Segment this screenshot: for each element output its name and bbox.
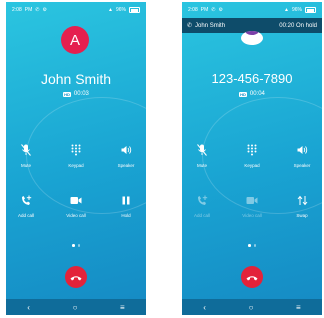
speaker-label: Speaker <box>293 163 311 168</box>
call-status-icon: ✆ <box>35 7 40 13</box>
held-caller-name: John Smith <box>195 22 226 29</box>
swap-button[interactable]: Swap <box>282 193 322 223</box>
add-call-button[interactable]: Add call <box>6 193 46 223</box>
video-call-icon <box>70 193 82 207</box>
video-call-button[interactable]: Video call <box>232 193 272 223</box>
call-status-icon: ✆ <box>211 7 216 13</box>
status-ampm: PM <box>200 7 209 13</box>
status-bar: 2:08 PM ✆ ⚙ ▲ 96% <box>182 2 322 18</box>
mute-label: Mute <box>20 163 31 168</box>
hold-button[interactable]: Hold <box>106 193 146 223</box>
mute-icon <box>197 143 207 157</box>
home-button[interactable]: ○ <box>73 303 78 312</box>
pause-icon <box>122 193 130 207</box>
battery-percent: 96% <box>291 7 302 13</box>
speaker-icon <box>121 143 132 157</box>
hd-badge: HD <box>63 91 71 97</box>
video-call-icon <box>246 193 258 207</box>
add-call-button[interactable]: Add call <box>182 193 222 223</box>
back-button[interactable]: ‹ <box>203 303 206 312</box>
page-indicator <box>182 244 322 247</box>
mute-label: Mute <box>196 163 207 168</box>
status-time: 2:08 <box>188 7 198 13</box>
held-call-screen: 2:08 PM ✆ ⚙ ▲ 96% ✆ John Smith 00:20 On … <box>182 2 322 315</box>
add-call-label: Add call <box>17 213 34 218</box>
end-call-button[interactable] <box>65 266 87 288</box>
hold-label: Hold <box>121 213 131 218</box>
caller-number: 123-456-7890 <box>211 71 293 86</box>
mute-button[interactable]: Mute <box>6 143 46 173</box>
video-call-label: Video call <box>66 213 86 218</box>
call-timer: HD 00:03 <box>6 91 146 97</box>
page-dot-active <box>248 244 251 247</box>
caller-avatar: A <box>61 26 89 54</box>
mute-icon <box>21 143 31 157</box>
speaker-button[interactable]: Speaker <box>282 143 322 173</box>
recents-button[interactable]: ≡ <box>120 303 125 312</box>
keypad-button[interactable]: Keypad <box>232 143 272 173</box>
speaker-button[interactable]: Speaker <box>106 143 146 173</box>
mute-button[interactable]: Mute <box>182 143 222 173</box>
battery-icon <box>129 7 140 13</box>
call-duration: 00:04 <box>249 91 265 97</box>
page-dot-active <box>72 244 75 247</box>
recents-button[interactable]: ≡ <box>296 303 301 312</box>
settings-icon: ⚙ <box>218 7 223 13</box>
held-call-icon: ✆ <box>187 23 193 29</box>
end-call-icon <box>246 268 258 286</box>
speaker-label: Speaker <box>117 163 135 168</box>
signal-icon: ▲ <box>108 7 113 13</box>
held-call-status: 00:20 On hold <box>279 22 317 29</box>
speaker-icon <box>297 143 308 157</box>
call-timer: HD 00:04 <box>182 91 322 97</box>
avatar-letter: A <box>69 31 80 49</box>
end-call-button[interactable] <box>241 266 263 288</box>
caller-avatar <box>241 31 263 45</box>
signal-icon: ▲ <box>284 7 289 13</box>
add-call-icon <box>21 193 32 207</box>
keypad-label: Keypad <box>68 163 84 168</box>
battery-icon <box>305 7 316 13</box>
keypad-label: Keypad <box>244 163 260 168</box>
back-button[interactable]: ‹ <box>27 303 30 312</box>
keypad-icon <box>247 143 257 157</box>
swap-icon <box>297 193 308 207</box>
settings-icon: ⚙ <box>42 7 47 13</box>
keypad-icon <box>71 143 81 157</box>
page-indicator <box>6 244 146 247</box>
navigation-bar: ‹ ○ ≡ <box>6 299 146 315</box>
add-call-icon <box>197 193 208 207</box>
video-call-label: Video call <box>242 213 262 218</box>
call-duration: 00:03 <box>73 91 89 97</box>
battery-percent: 96% <box>115 7 126 13</box>
page-dot <box>77 244 80 247</box>
caller-name: John Smith <box>40 71 112 87</box>
active-call-screen: 2:08 PM ✆ ⚙ ▲ 96% A John Smith HD 00:03 … <box>6 2 146 315</box>
hd-badge: HD <box>239 91 247 97</box>
keypad-button[interactable]: Keypad <box>56 143 96 173</box>
page-dot <box>253 244 256 247</box>
navigation-bar: ‹ ○ ≡ <box>182 299 322 315</box>
status-time: 2:08 <box>12 7 22 13</box>
status-bar: 2:08 PM ✆ ⚙ ▲ 96% <box>6 2 146 18</box>
home-button[interactable]: ○ <box>249 303 254 312</box>
status-ampm: PM <box>24 7 33 13</box>
swap-label: Swap <box>296 213 308 218</box>
video-call-button[interactable]: Video call <box>56 193 96 223</box>
end-call-icon <box>70 268 82 286</box>
add-call-label: Add call <box>193 213 210 218</box>
